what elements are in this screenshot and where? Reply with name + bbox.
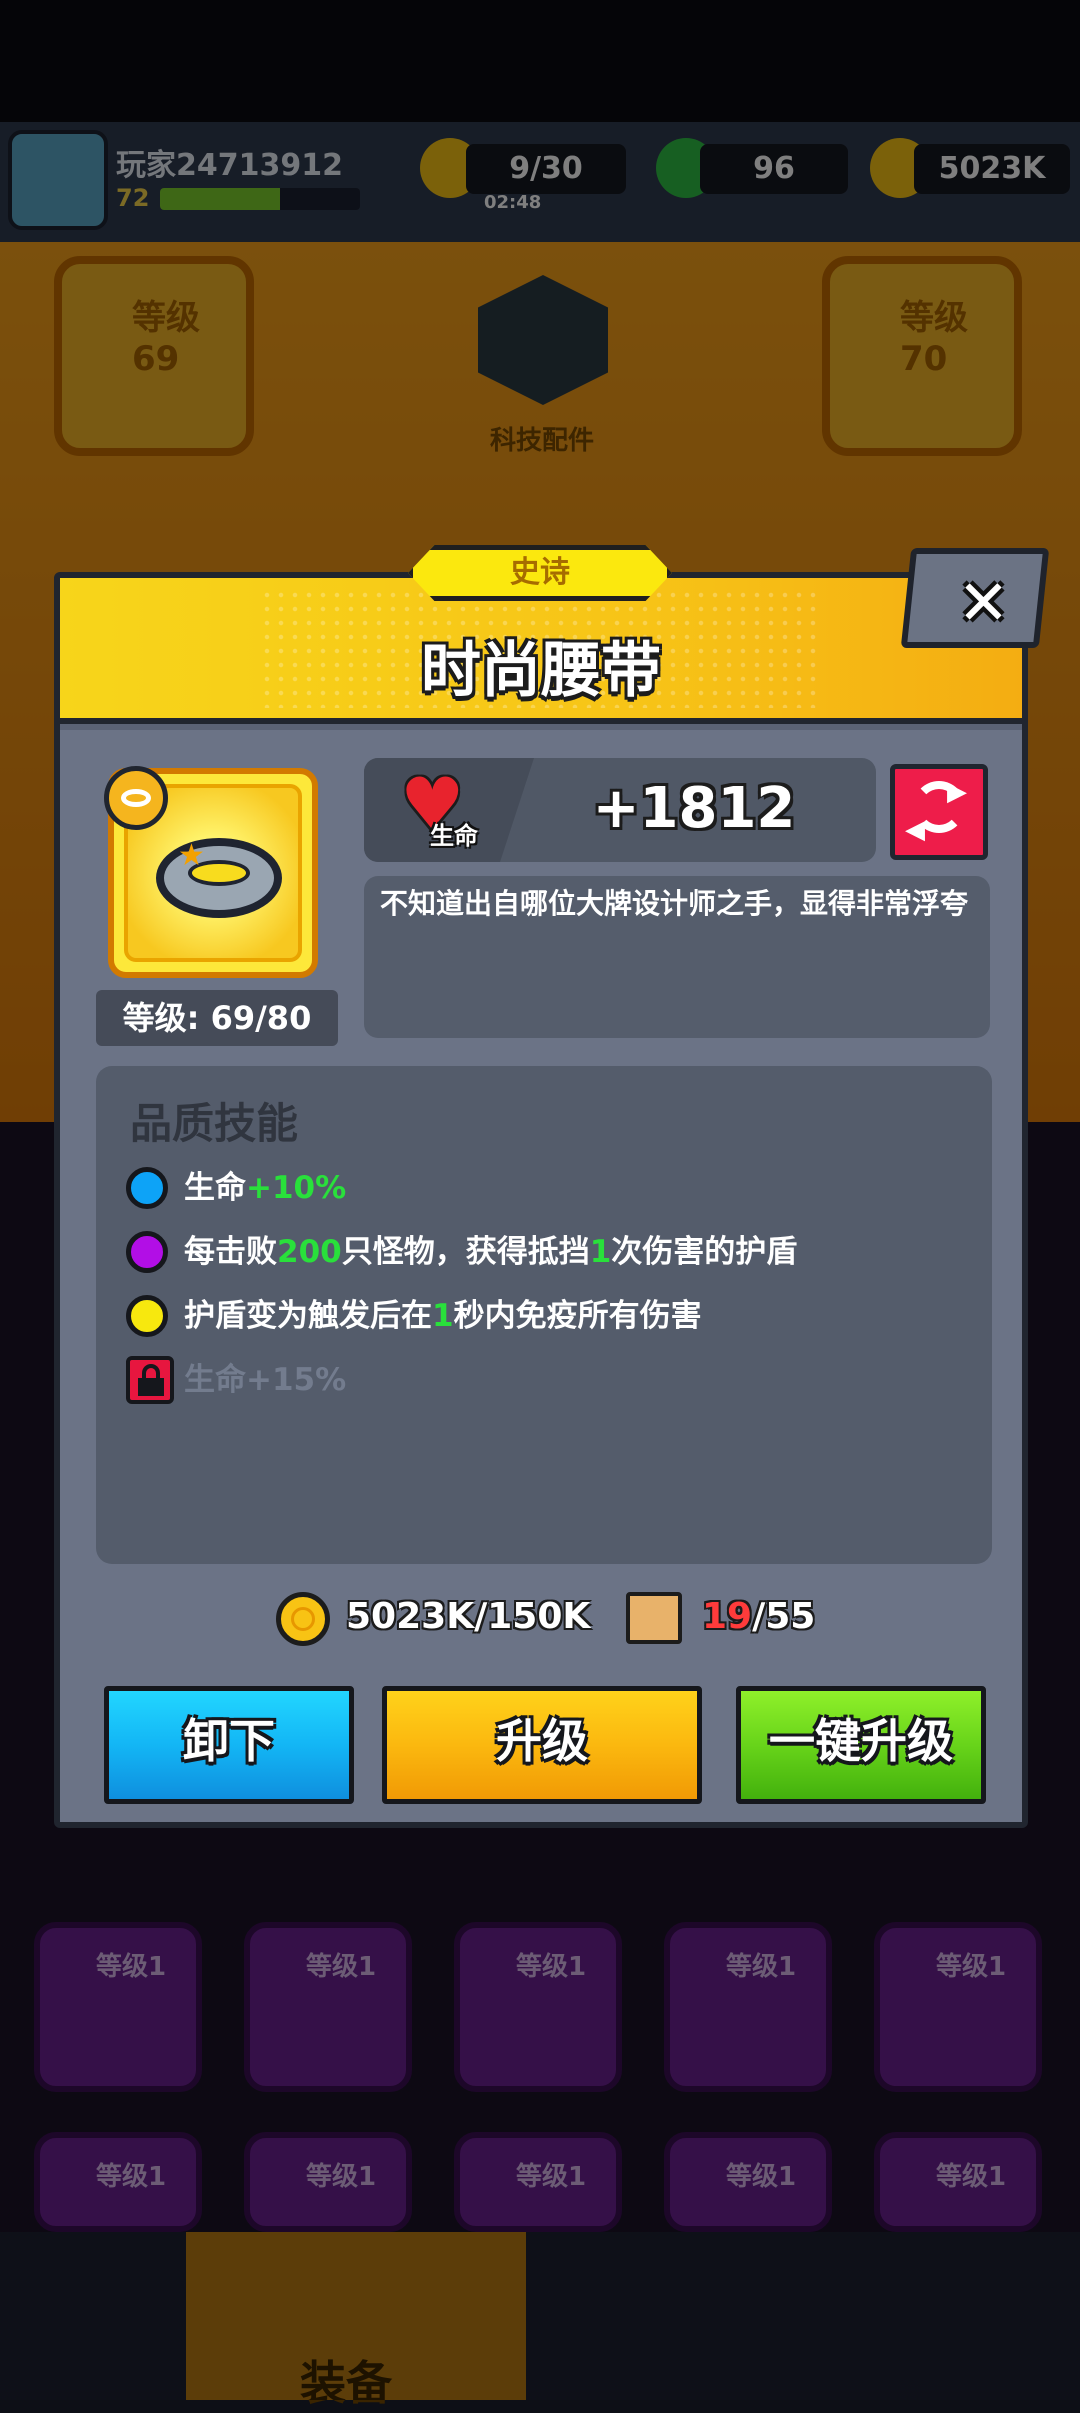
- skill-highlight-value: +10%: [246, 1170, 347, 1206]
- skill-text: 护盾变为触发后在1秒内免疫所有伤害: [184, 1292, 702, 1340]
- yellow-quality-dot-icon: [126, 1295, 168, 1337]
- skill-text-part: 秒内免疫所有伤害: [453, 1298, 702, 1334]
- skill-text: 生命+10%: [184, 1164, 346, 1212]
- reroll-button[interactable]: ▶ ◀: [890, 764, 988, 860]
- item-description: 不知道出自哪位大牌设计师之手，显得非常浮夸: [364, 876, 990, 1038]
- skill-text-part: 护盾变为触发后在: [184, 1298, 432, 1334]
- stat-value: +1812: [592, 776, 796, 841]
- skill-text-part: 生命: [184, 1170, 246, 1206]
- stat-box: ♥ 生命 +1812: [364, 758, 876, 862]
- gold-coin-icon: [276, 1592, 330, 1646]
- belt-type-badge-icon: [104, 766, 168, 830]
- close-button[interactable]: ✕: [900, 548, 1050, 648]
- blue-quality-dot-icon: [126, 1167, 168, 1209]
- skill-highlight-value: 1: [589, 1234, 612, 1270]
- unequip-button[interactable]: 卸下: [104, 1686, 354, 1804]
- upgrade-all-button[interactable]: 一键升级: [736, 1686, 986, 1804]
- upgrade-button[interactable]: 升级: [382, 1686, 702, 1804]
- scroll-need: /55: [752, 1596, 816, 1637]
- rarity-badge: 史诗: [408, 545, 672, 601]
- scroll-cost: 19/55: [702, 1596, 815, 1637]
- skill-text: 每击败200只怪物，获得抵挡1次伤害的护盾: [184, 1228, 797, 1276]
- skill-text-part: 次伤害的护盾: [611, 1234, 798, 1270]
- purple-quality-dot-icon: [126, 1231, 168, 1273]
- skill-highlight-value: 1: [432, 1298, 454, 1334]
- ring-icon: [121, 789, 151, 807]
- locked-skill-text: 生命+15%: [184, 1362, 347, 1398]
- belt-icon: [156, 838, 282, 918]
- lock-body: [138, 1378, 164, 1396]
- skills-title: 品质技能: [130, 1099, 299, 1148]
- skill-highlight-value: 200: [277, 1234, 342, 1270]
- stat-icon-area: ♥ 生命: [364, 758, 534, 862]
- skill-text-part: 只怪物，获得抵挡: [341, 1234, 590, 1270]
- item-level: 等级: 69/80: [96, 990, 338, 1046]
- item-title: 时尚腰带: [421, 636, 661, 706]
- quality-skills-panel: 品质技能 生命+10% 每击败200只怪物，获得抵挡1次伤害的护盾 护盾变为触发…: [96, 1066, 992, 1564]
- upgrade-cost-row: 5023K/150K 19/55: [60, 1592, 1022, 1648]
- item-detail-modal: 时尚腰带 ★ 等级: 69/80 ♥ 生命 +1812 ▶ ◀ 不知道出自哪位大…: [54, 572, 1028, 1828]
- skill-text-part: 每击败: [184, 1234, 277, 1270]
- refresh-arrow-icon: ◀: [905, 815, 925, 845]
- close-icon: ✕: [957, 566, 1010, 639]
- lock-icon: [126, 1356, 174, 1404]
- refresh-arrow-icon: ▶: [947, 777, 967, 807]
- star-icon: ★: [178, 838, 205, 873]
- coin-inner: [291, 1607, 315, 1631]
- stat-label: 生命: [430, 822, 478, 850]
- scroll-have: 19: [702, 1596, 753, 1637]
- belt-scroll-icon: [626, 1592, 682, 1644]
- gold-cost: 5023K/150K: [346, 1596, 591, 1637]
